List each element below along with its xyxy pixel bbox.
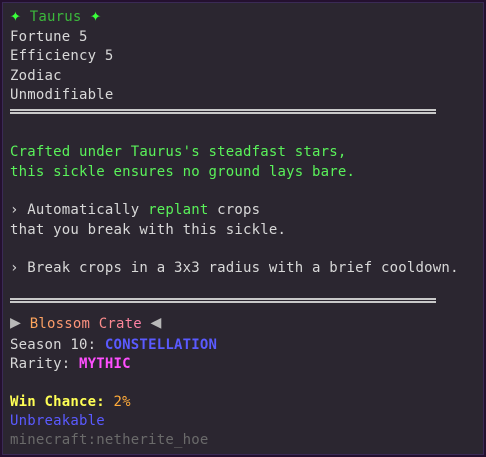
crate-line: ▶ Blossom Crate ◀: [10, 313, 162, 333]
season-line: Season 10: CONSTELLATION: [10, 335, 217, 355]
ability-line: › Break crops in a 3x3 radius with a bri…: [10, 260, 459, 276]
item-tooltip: ✦ Taurus ✦ Fortune 5 Efficiency 5 Zodiac…: [0, 0, 486, 457]
divider: [10, 109, 436, 114]
enchant-line: Unmodifiable: [10, 87, 114, 103]
rarity-label: Rarity:: [10, 356, 80, 372]
win-chance-line: Win Chance: 2%: [10, 392, 131, 412]
lore-line: this sickle ensures no ground lays bare.: [10, 164, 356, 180]
season-label: Season 10:: [10, 337, 105, 353]
crate-name: Blossom Crate: [29, 316, 142, 332]
win-chance-label: Win Chance:: [10, 394, 105, 410]
win-chance-value: 2%: [104, 394, 131, 410]
divider: [10, 298, 436, 303]
tooltip-title: ✦ Taurus ✦: [10, 6, 101, 26]
enchant-line: Zodiac: [10, 68, 62, 84]
ability-line: › Automatically replant crops: [10, 200, 260, 220]
season-value: CONSTELLATION: [104, 337, 218, 353]
ability-text: › Automatically: [10, 202, 149, 218]
ability-text: crops: [208, 202, 261, 218]
rarity-line: Rarity: MYTHIC: [10, 354, 131, 374]
sparkle-icon: ✦: [90, 5, 102, 26]
ability-line: that you break with this sickle.: [10, 222, 287, 238]
enchant-line: Fortune 5: [10, 29, 88, 45]
ability-highlight: replant: [148, 202, 209, 218]
enchant-line: Efficiency 5: [10, 48, 114, 64]
unbreakable-tag: Unbreakable: [10, 413, 105, 429]
item-name: Taurus: [29, 9, 82, 25]
item-id: minecraft:netherite_hoe: [10, 432, 209, 448]
triangle-right-icon: ▶: [10, 312, 22, 333]
lore-line: Crafted under Taurus's steadfast stars,: [10, 144, 347, 160]
sparkle-icon: ✦: [10, 5, 22, 26]
rarity-value: MYTHIC: [79, 356, 131, 372]
triangle-left-icon: ◀: [150, 312, 162, 333]
